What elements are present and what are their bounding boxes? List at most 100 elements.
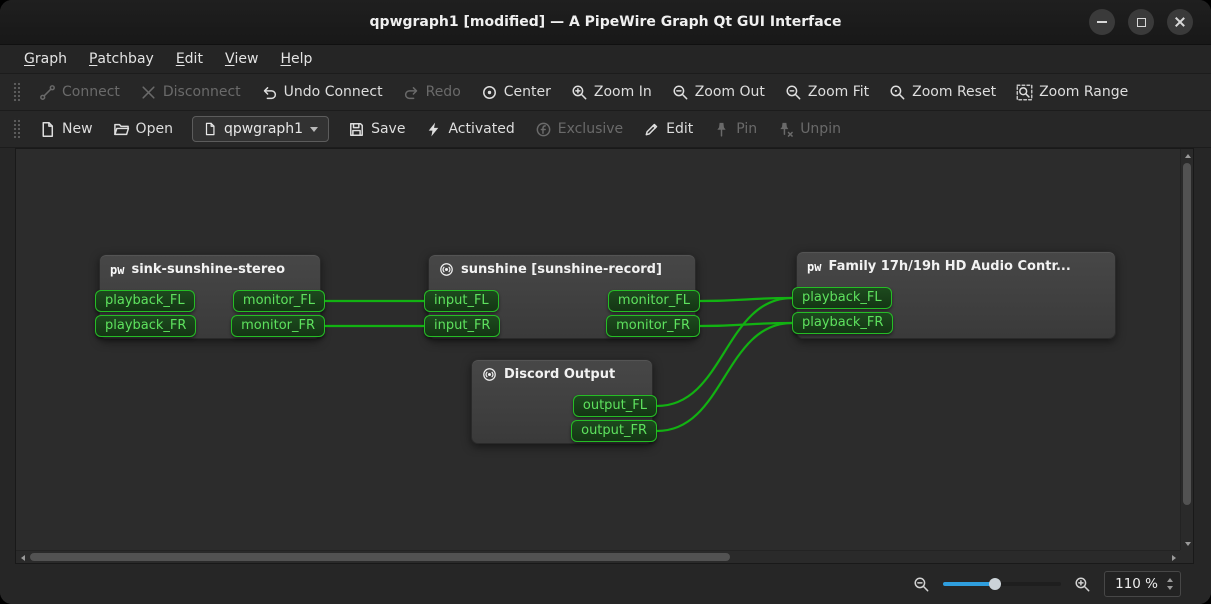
edit-toggle[interactable]: Edit (634, 116, 702, 143)
graph-view: pw sink-sunshine-stereo playback_FL play… (15, 148, 1194, 564)
exclusive-toggle[interactable]: Exclusive (526, 116, 632, 143)
zoom-fit-button[interactable]: Zoom Fit (776, 79, 878, 106)
toolbar-item-label: Center (504, 84, 551, 100)
zoom-reset-button[interactable]: Zoom Reset (880, 79, 1005, 106)
record-icon (439, 262, 454, 277)
open-button[interactable]: Open (104, 116, 182, 143)
pipewire-icon: pw (807, 260, 821, 274)
scrollbar-corner (1180, 550, 1193, 563)
minimize-icon (1097, 21, 1107, 23)
menu-view[interactable]: View (214, 45, 270, 73)
connections-layer (16, 149, 1180, 550)
scroll-left-button[interactable] (16, 551, 29, 564)
zoom-in-button[interactable]: Zoom In (562, 79, 661, 106)
toolbar-item-label: Exclusive (558, 121, 623, 137)
toolbar-handle[interactable] (12, 81, 20, 103)
zoom-out-button[interactable]: Zoom Out (663, 79, 774, 106)
node-title: pw Family 17h/19h HD Audio Contr... (797, 252, 1115, 274)
toolbar-handle[interactable] (12, 118, 20, 140)
toolbar-main: Connect Disconnect Undo Connect Redo Cen… (0, 74, 1211, 111)
zoom-slider[interactable] (943, 576, 1061, 592)
new-button[interactable]: New (30, 116, 102, 143)
pin-button[interactable]: Pin (704, 116, 766, 143)
vertical-scrollbar[interactable] (1180, 149, 1193, 550)
toolbar-item-label: Zoom Range (1039, 84, 1128, 100)
scroll-up-button[interactable] (1181, 149, 1194, 162)
horizontal-scrollbar[interactable] (16, 550, 1180, 563)
pipewire-icon: pw (110, 263, 124, 277)
toolbar-item-label: Unpin (800, 121, 841, 137)
titlebar[interactable]: qpwgraph1 [modified] — A PipeWire Graph … (0, 0, 1211, 45)
menu-help[interactable]: Help (269, 45, 323, 73)
window-controls (1089, 0, 1193, 44)
minimize-button[interactable] (1089, 9, 1115, 35)
scroll-right-button[interactable] (1167, 551, 1180, 564)
menu-graph[interactable]: Graph (13, 45, 78, 73)
arrow-up-icon (1185, 154, 1191, 158)
zoom-spin-arrows (1167, 578, 1173, 590)
toolbar-item-label: Open (136, 121, 173, 137)
unpin-icon (777, 121, 794, 138)
zoom-range-button[interactable]: Zoom Range (1007, 79, 1137, 106)
pin-icon (713, 121, 730, 138)
spin-down-button[interactable] (1167, 586, 1173, 590)
exclusive-icon (535, 121, 552, 138)
node-family-audio-controller[interactable]: pw Family 17h/19h HD Audio Contr... play… (796, 251, 1116, 339)
node-discord-output[interactable]: Discord Output output_FL output_FR (471, 359, 653, 444)
toolbar-item-label: Zoom Reset (912, 84, 996, 100)
toolbar-item-label: Redo (426, 84, 461, 100)
node-sunshine[interactable]: sunshine [sunshine-record] input_FL inpu… (428, 254, 696, 339)
center-button[interactable]: Center (472, 79, 560, 106)
patchbay-combobox[interactable]: qpwgraph1 (192, 116, 329, 142)
connect-icon (39, 84, 56, 101)
disconnect-button[interactable]: Disconnect (131, 79, 250, 106)
save-button[interactable]: Save (339, 116, 414, 143)
connect-button[interactable]: Connect (30, 79, 129, 106)
port-playback-fl[interactable]: playback_FL (95, 290, 195, 312)
port-playback-fr[interactable]: playback_FR (95, 315, 196, 337)
port-output-fr[interactable]: output_FR (571, 420, 657, 442)
zoom-slider-thumb[interactable] (989, 578, 1001, 590)
toolbar-item-label: Undo Connect (284, 84, 383, 100)
redo-button[interactable]: Redo (394, 79, 470, 106)
zoom-in-icon (571, 84, 588, 101)
horizontal-scrollbar-thumb[interactable] (30, 553, 730, 561)
menu-patchbay[interactable]: Patchbay (78, 45, 165, 73)
spin-up-button[interactable] (1167, 578, 1173, 582)
zoom-out-icon (672, 84, 689, 101)
activated-toggle[interactable]: Activated (416, 116, 523, 143)
port-playback-fl[interactable]: playback_FL (792, 287, 892, 309)
node-title: pw sink-sunshine-stereo (100, 255, 320, 277)
port-monitor-fl[interactable]: monitor_FL (608, 290, 700, 312)
zoom-out-status-icon[interactable] (913, 576, 930, 593)
maximize-button[interactable] (1128, 9, 1154, 35)
patchbay-combobox-value: qpwgraph1 (224, 121, 303, 137)
port-playback-fr[interactable]: playback_FR (792, 312, 893, 334)
toolbar-item-label: Edit (666, 121, 693, 137)
port-monitor-fr[interactable]: monitor_FR (606, 315, 700, 337)
toolbar-item-label: Save (371, 121, 405, 137)
scroll-down-button[interactable] (1181, 537, 1194, 550)
vertical-scrollbar-thumb[interactable] (1183, 163, 1191, 505)
undo-connect-button[interactable]: Undo Connect (252, 79, 392, 106)
node-sink-sunshine-stereo[interactable]: pw sink-sunshine-stereo playback_FL play… (99, 254, 321, 339)
close-button[interactable] (1167, 9, 1193, 35)
port-input-fl[interactable]: input_FL (424, 290, 499, 312)
zoom-in-status-icon[interactable] (1074, 576, 1091, 593)
port-monitor-fr[interactable]: monitor_FR (231, 315, 325, 337)
maximize-icon (1137, 18, 1146, 27)
pencil-icon (643, 121, 660, 138)
menubar: Graph Patchbay Edit View Help (0, 45, 1211, 74)
port-output-fl[interactable]: output_FL (573, 395, 657, 417)
zoom-spinbox[interactable]: 110 % (1104, 571, 1181, 597)
port-monitor-fl[interactable]: monitor_FL (233, 290, 325, 312)
unpin-button[interactable]: Unpin (768, 116, 850, 143)
zoom-range-icon (1016, 84, 1033, 101)
toolbar-item-label: Disconnect (163, 84, 241, 100)
graph-canvas[interactable]: pw sink-sunshine-stereo playback_FL play… (16, 149, 1180, 550)
port-input-fr[interactable]: input_FR (424, 315, 500, 337)
window-title: qpwgraph1 [modified] — A PipeWire Graph … (370, 14, 842, 30)
app-window: qpwgraph1 [modified] — A PipeWire Graph … (0, 0, 1211, 604)
patchbay-file-icon (203, 122, 217, 136)
menu-edit[interactable]: Edit (165, 45, 214, 73)
